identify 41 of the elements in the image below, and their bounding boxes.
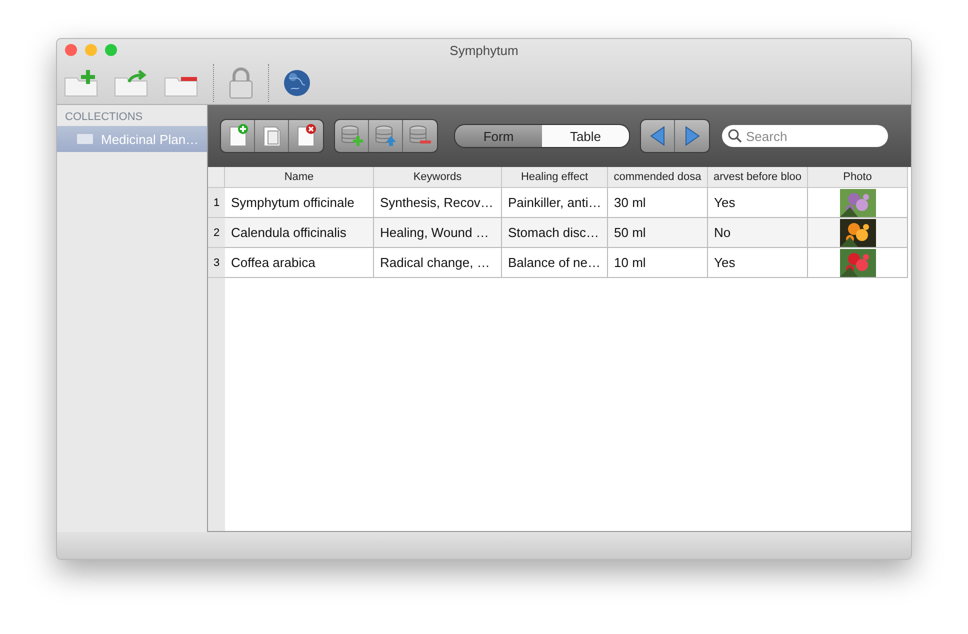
left-triangle-icon xyxy=(650,126,666,146)
table-cell: 10 ml xyxy=(608,248,708,278)
right-triangle-icon xyxy=(684,126,700,146)
close-button[interactable] xyxy=(65,44,77,56)
table-cell: No xyxy=(708,218,808,248)
search-icon xyxy=(728,129,742,143)
add-document-icon xyxy=(226,124,248,148)
table-cell: Yes xyxy=(708,188,808,218)
add-collection-icon[interactable] xyxy=(63,68,99,98)
lock-icon[interactable] xyxy=(228,66,254,98)
sidebar-heading: COLLECTIONS xyxy=(64,110,144,125)
globe-icon[interactable] xyxy=(283,68,311,96)
move-collection-icon[interactable] xyxy=(113,68,149,98)
search-field[interactable]: Search xyxy=(722,125,888,147)
table-cell: 50 ml xyxy=(608,218,708,248)
zoom-button[interactable] xyxy=(105,44,117,56)
table-cell: Healing, Wound … xyxy=(374,218,502,248)
table-cell: Symphytum officinale xyxy=(225,188,374,218)
column-header[interactable]: Healing effect xyxy=(502,167,608,188)
table-cell: Yes xyxy=(708,248,808,278)
table-cell: Calendula officinalis xyxy=(225,218,374,248)
table-cell: Radical change, … xyxy=(374,248,502,278)
database-arrow-icon xyxy=(374,124,398,148)
database-add-icon xyxy=(340,124,364,148)
table-cell: 30 ml xyxy=(608,188,708,218)
column-header[interactable]: Photo xyxy=(808,167,908,188)
collection-icon xyxy=(77,134,93,144)
view-tab[interactable]: Table xyxy=(542,125,629,147)
table-cell: Synthesis, Recov… xyxy=(374,188,502,218)
column-header[interactable]: commended dosa xyxy=(608,167,708,188)
delete-document-icon xyxy=(295,124,317,148)
table-cell: Painkiller, anti… xyxy=(502,188,608,218)
table-cell: Stomach disc… xyxy=(502,218,608,248)
column-header[interactable]: Name xyxy=(225,167,374,188)
column-header[interactable]: arvest before bloo xyxy=(708,167,808,188)
copy-document-icon xyxy=(260,124,282,148)
view-tab[interactable]: Form xyxy=(455,125,542,147)
window-title: Symphytum xyxy=(450,42,518,58)
table-cell: Balance of ne… xyxy=(502,248,608,278)
table-cell: Coffea arabica xyxy=(225,248,374,278)
column-header[interactable]: Keywords xyxy=(374,167,502,188)
